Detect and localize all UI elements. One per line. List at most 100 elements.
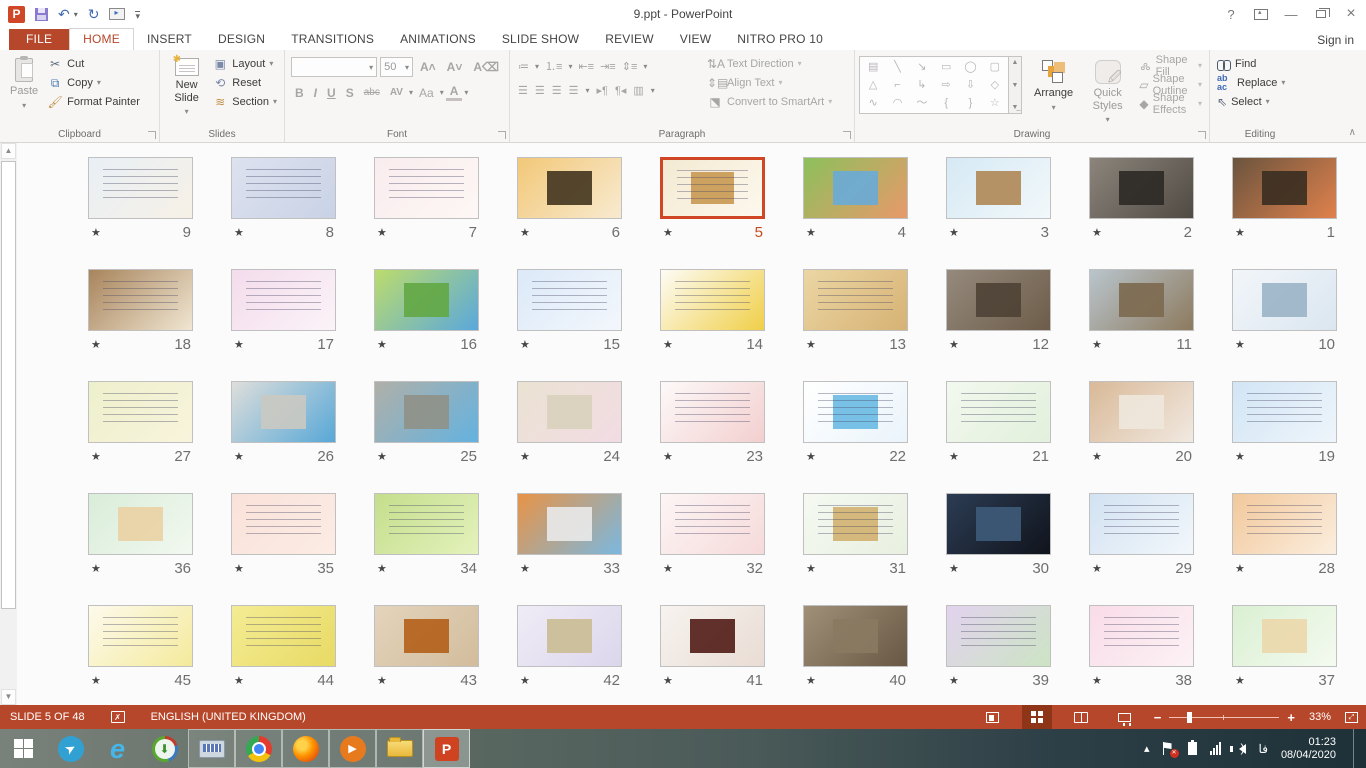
slide-thumbnail-16[interactable] — [374, 269, 479, 331]
down-arrow-icon[interactable]: ⇩ — [966, 80, 975, 91]
decrease-indent-icon[interactable]: ⇤≡ — [578, 60, 594, 73]
input-language-indicator[interactable]: فا — [1259, 742, 1268, 756]
increase-indent-icon[interactable]: ⇥≡ — [600, 60, 616, 73]
slide-thumbnail-2[interactable] — [1089, 157, 1194, 219]
replace-button[interactable]: abacReplace▾ — [1214, 73, 1306, 92]
slide-thumbnail-40[interactable] — [803, 605, 908, 667]
slide-thumbnail-42[interactable] — [517, 605, 622, 667]
tab-transitions[interactable]: TRANSITIONS — [278, 29, 387, 50]
slide-thumbnail-12[interactable] — [946, 269, 1051, 331]
hidden-icons-arrow[interactable]: ▴ — [1144, 742, 1150, 755]
slide-thumbnail-7[interactable] — [374, 157, 479, 219]
slide-thumbnail-27[interactable] — [88, 381, 193, 443]
zoom-slider-thumb[interactable] — [1187, 712, 1192, 723]
zoom-slider[interactable] — [1169, 717, 1279, 718]
ltr-direction-icon[interactable]: ▸¶ — [597, 84, 608, 97]
font-color-button[interactable]: A — [446, 84, 463, 101]
triangle-icon[interactable]: △ — [869, 80, 877, 91]
layout-button[interactable]: ▣Layout▾ — [209, 54, 280, 73]
slide-thumbnail-43[interactable] — [374, 605, 479, 667]
slide-thumbnail-6[interactable] — [517, 157, 622, 219]
rounded-rectangle-icon[interactable]: ▢ — [990, 62, 1000, 73]
scrollbar-thumb[interactable] — [1, 161, 16, 609]
rectangle-icon[interactable]: ▭ — [941, 62, 951, 73]
character-spacing-button[interactable]: AV — [386, 87, 407, 98]
clipboard-dialog-launcher-icon[interactable] — [148, 131, 156, 139]
line-icon[interactable]: ╲ — [894, 62, 901, 73]
language-indicator[interactable]: ENGLISH (UNITED KINGDOM) — [151, 711, 306, 723]
align-text-button[interactable]: ⇕▤Align Text▾ — [704, 73, 835, 92]
vertical-scrollbar[interactable]: ▲ ▼ — [0, 143, 17, 705]
tab-review[interactable]: REVIEW — [592, 29, 667, 50]
slideshow-view-button[interactable] — [1110, 705, 1140, 729]
tab-animations[interactable]: ANIMATIONS — [387, 29, 489, 50]
align-left-icon[interactable]: ☰ — [518, 84, 528, 97]
strikethrough-button[interactable]: abc — [360, 87, 384, 98]
increase-font-icon[interactable]: A˄ — [416, 60, 440, 74]
font-name-combobox[interactable]: ▾ — [291, 57, 377, 77]
start-button[interactable] — [0, 729, 47, 768]
slide-thumbnail-24[interactable] — [517, 381, 622, 443]
taskbar-firefox[interactable] — [282, 729, 329, 768]
collapse-ribbon-icon[interactable]: ∧ — [1349, 127, 1356, 138]
volume-icon[interactable] — [1234, 744, 1246, 754]
cut-button[interactable]: ✂Cut — [44, 54, 143, 73]
scroll-down-icon[interactable]: ▼ — [1, 689, 16, 705]
reading-view-button[interactable] — [1066, 705, 1096, 729]
slide-thumbnail-39[interactable] — [946, 605, 1051, 667]
tab-file[interactable]: FILE — [9, 29, 69, 50]
tab-view[interactable]: VIEW — [667, 29, 724, 50]
arc-icon[interactable]: ◠ — [893, 98, 903, 109]
clear-formatting-icon[interactable]: A⌫ — [469, 60, 503, 74]
ribbon-display-options-icon[interactable] — [1246, 3, 1276, 25]
slide-thumbnail-45[interactable] — [88, 605, 193, 667]
format-painter-button[interactable]: 🖌Format Painter — [44, 92, 143, 111]
text-direction-button[interactable]: ⇅AText Direction▾ — [704, 54, 835, 73]
slide-thumbnail-30[interactable] — [946, 493, 1051, 555]
slide-thumbnail-23[interactable] — [660, 381, 765, 443]
select-button[interactable]: ⇖Select▾ — [1214, 92, 1306, 111]
new-slide-button[interactable]: New Slide▾ — [164, 54, 209, 120]
font-dialog-launcher-icon[interactable] — [498, 131, 506, 139]
slide-thumbnail-32[interactable] — [660, 493, 765, 555]
slide-thumbnail-21[interactable] — [946, 381, 1051, 443]
slide-thumbnail-4[interactable] — [803, 157, 908, 219]
slide-thumbnail-37[interactable] — [1232, 605, 1337, 667]
minimize-icon[interactable]: — — [1276, 3, 1306, 25]
slide-sorter-view-button[interactable] — [1022, 705, 1052, 729]
slide-thumbnail-20[interactable] — [1089, 381, 1194, 443]
bold-button[interactable]: B — [291, 86, 308, 100]
numbering-icon[interactable]: ⒈≡ — [545, 58, 562, 74]
slide-thumbnail-33[interactable] — [517, 493, 622, 555]
slide-thumbnail-5[interactable] — [660, 157, 765, 219]
zoom-in-icon[interactable]: + — [1287, 710, 1295, 725]
zoom-level[interactable]: 33% — [1309, 711, 1331, 723]
taskbar-media-player[interactable]: ▶ — [329, 729, 376, 768]
slide-thumbnail-41[interactable] — [660, 605, 765, 667]
left-brace-icon[interactable]: { — [944, 98, 948, 109]
section-button[interactable]: ≋Section▾ — [209, 92, 280, 111]
power-icon[interactable] — [1188, 742, 1197, 755]
convert-smartart-button[interactable]: ⬔Convert to SmartArt▾ — [704, 92, 835, 111]
slide-thumbnail-11[interactable] — [1089, 269, 1194, 331]
right-brace-icon[interactable]: } — [969, 98, 973, 109]
slide-thumbnail-1[interactable] — [1232, 157, 1337, 219]
close-icon[interactable]: × — [1336, 3, 1366, 25]
slide-thumbnail-29[interactable] — [1089, 493, 1194, 555]
taskbar-internet-explorer[interactable]: e — [94, 729, 141, 768]
change-case-button[interactable]: Aa — [415, 86, 438, 100]
elbow-icon[interactable]: ⌐ — [894, 80, 900, 91]
underline-button[interactable]: U — [323, 86, 340, 100]
oval-icon[interactable]: ◯ — [964, 62, 976, 73]
slide-thumbnail-25[interactable] — [374, 381, 479, 443]
slide-thumbnail-36[interactable] — [88, 493, 193, 555]
star-icon[interactable]: ☆ — [990, 98, 1000, 109]
rtl-direction-icon[interactable]: ¶◂ — [615, 84, 626, 97]
slide-thumbnail-13[interactable] — [803, 269, 908, 331]
shapes-gallery[interactable]: ▤╲↘▭◯▢△⌐↳⇨⇩◇∿◠〜{}☆ — [859, 56, 1009, 114]
reset-button[interactable]: ⟲Reset — [209, 73, 280, 92]
justify-icon[interactable]: ☰ — [569, 84, 579, 97]
columns-icon[interactable]: ▥ — [633, 84, 643, 97]
clock[interactable]: 01:23 08/04/2020 — [1281, 736, 1340, 762]
arrange-button[interactable]: Arrange▾ — [1028, 56, 1079, 116]
